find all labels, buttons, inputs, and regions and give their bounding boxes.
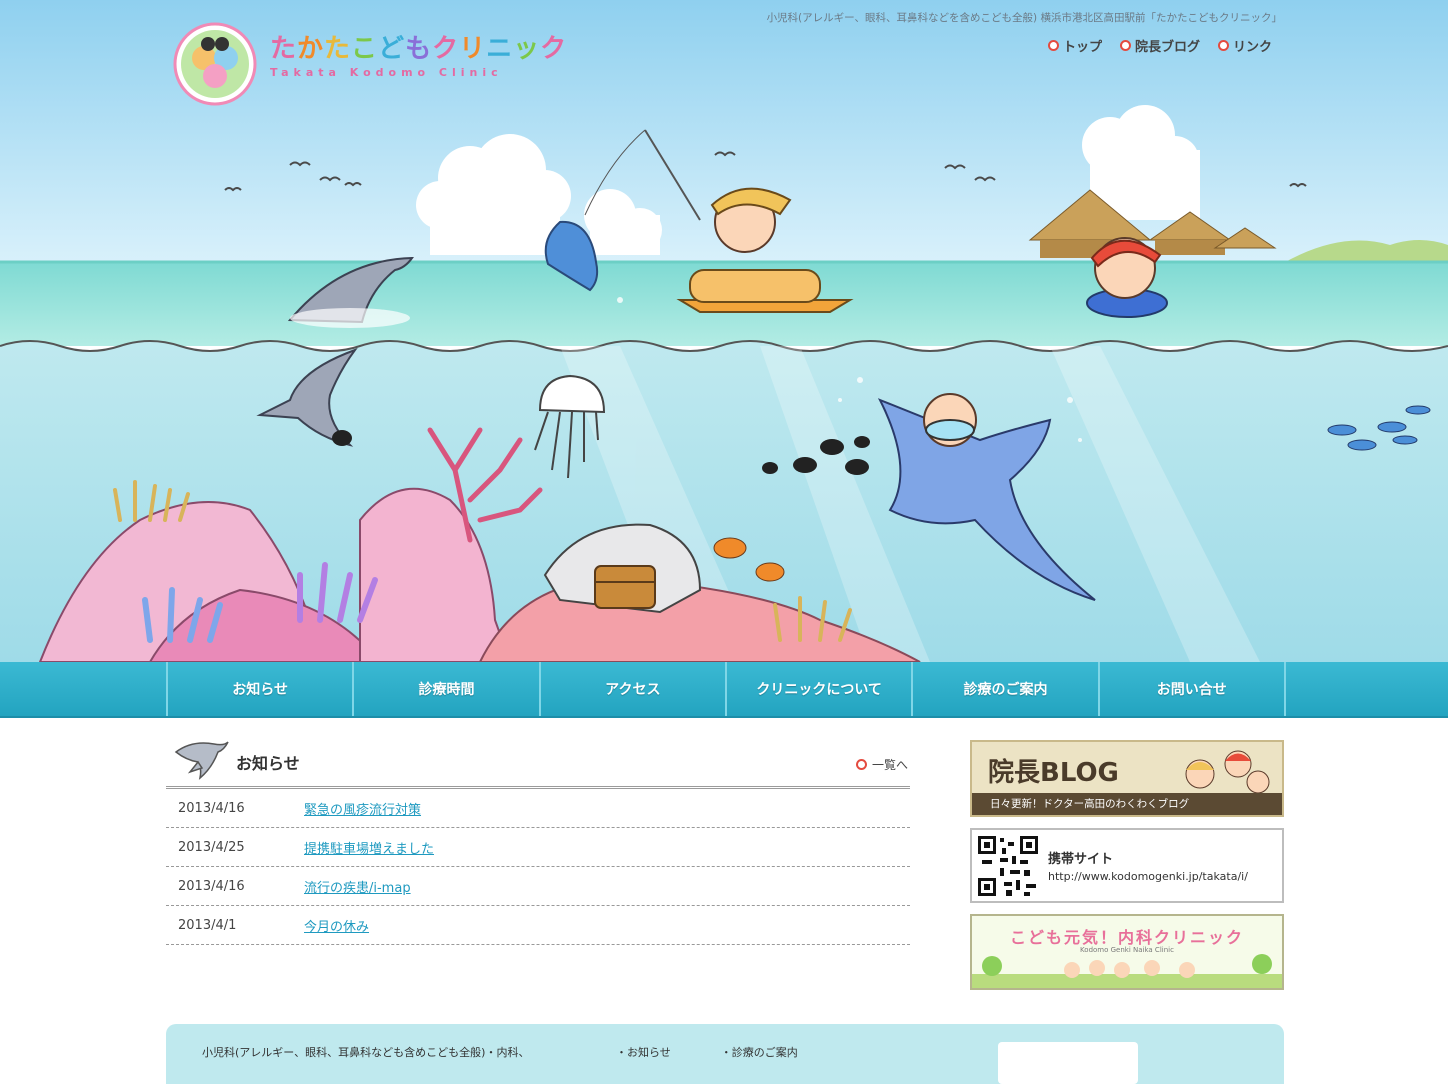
kids-faces-icon: [1185, 750, 1270, 794]
news-item: 2013/4/1 今月の休み: [166, 906, 910, 945]
global-nav: お知らせ 診療時間 アクセス クリニックについて 診療のご案内 お問い合せ: [0, 662, 1448, 718]
news-item: 2013/4/16 流行の疾患/i-map: [166, 867, 910, 906]
news-section: お知らせ 一覧へ 2013/4/16 緊急の風疹流行対策 2013/4/25 提…: [166, 738, 910, 945]
footer-link-services[interactable]: 診療のご案内: [721, 1044, 798, 1060]
blog-banner-title: 院長BLOG: [988, 758, 1119, 788]
genki-banner-title: こども元気！内科クリニック: [1009, 928, 1244, 947]
gnav-services[interactable]: 診療のご案内: [913, 662, 1100, 716]
kodomo-genki-banner[interactable]: こども元気！内科クリニック Kodomo Genki Naika Clinic: [970, 914, 1284, 990]
gnav-news[interactable]: お知らせ: [168, 662, 355, 716]
header-nav-link[interactable]: リンク: [1217, 36, 1272, 55]
director-blog-banner[interactable]: 院長BLOG 日々更新！ドクター高田のわくわくブログ: [970, 740, 1284, 817]
news-title-link[interactable]: 緊急の風疹流行対策: [304, 799, 421, 818]
header-nav-label: 院長ブログ: [1134, 40, 1200, 55]
news-more-link[interactable]: 一覧へ: [855, 756, 908, 773]
bullet-icon: [1119, 40, 1131, 51]
header-nav-label: リンク: [1232, 40, 1272, 55]
news-title-link[interactable]: 提携駐車場増えました: [304, 838, 434, 857]
dolphin-icon: [174, 741, 229, 780]
news-item: 2013/4/16 緊急の風疹流行対策: [166, 789, 910, 828]
bullet-icon: [1217, 40, 1229, 51]
footer-links: お知らせ 診療のご案内: [616, 1044, 798, 1060]
mobile-site-url: http://www.kodomogenki.jp/takata/i/: [1048, 870, 1248, 883]
blog-banner-subtitle: 日々更新！ドクター高田のわくわくブログ: [972, 793, 1282, 815]
clinic-logo-subtitle: Takata Kodomo Clinic: [270, 66, 503, 79]
news-more-label: 一覧へ: [871, 758, 908, 772]
footer: 小児科(アレルギー、眼科、耳鼻科なども含めこども全般)・内科、 お知らせ 診療の…: [166, 1024, 1284, 1084]
footer-description: 小児科(アレルギー、眼科、耳鼻科なども含めこども全般)・内科、: [202, 1046, 530, 1059]
mobile-site-box[interactable]: 携帯サイト http://www.kodomogenki.jp/takata/i…: [970, 828, 1284, 903]
header-nav-label: トップ: [1062, 40, 1102, 55]
clinic-logo-text[interactable]: たかたこどもクリニック: [270, 28, 567, 65]
gnav-access[interactable]: アクセス: [541, 662, 727, 716]
news-date: 2013/4/16: [178, 878, 245, 894]
header-nav: トップ 院長ブログ リンク: [1047, 36, 1272, 55]
news-title-link[interactable]: 今月の休み: [304, 916, 369, 935]
bullet-icon: [1047, 40, 1059, 51]
news-date: 2013/4/1: [178, 917, 237, 933]
news-header: お知らせ 一覧へ: [166, 738, 910, 789]
gnav-about[interactable]: クリニックについて: [727, 662, 914, 716]
clinic-logo-emblem[interactable]: [168, 14, 262, 108]
news-title-link[interactable]: 流行の疾患/i-map: [304, 877, 411, 896]
header-nav-blog[interactable]: 院長ブログ: [1119, 36, 1200, 55]
hero-illustration: たかたこどもクリニック Takata Kodomo Clinic 小児科(アレル…: [0, 0, 1448, 662]
news-date: 2013/4/25: [178, 839, 245, 855]
news-date: 2013/4/16: [178, 800, 245, 816]
mobile-site-title: 携帯サイト: [1048, 852, 1114, 867]
genki-banner-illustration: [972, 954, 1282, 988]
gnav-contact[interactable]: お問い合せ: [1100, 662, 1286, 716]
bullet-icon: [855, 759, 867, 770]
news-heading: お知らせ: [236, 754, 300, 773]
footer-link-news[interactable]: お知らせ: [616, 1044, 671, 1060]
qr-code-icon: [976, 834, 1040, 898]
news-item: 2013/4/25 提携駐車場増えました: [166, 828, 910, 867]
header-description: 小児科(アレルギー、眼科、耳鼻科などを含めこども全般) 横浜市港北区高田駅前「た…: [766, 12, 1282, 24]
header-nav-top[interactable]: トップ: [1047, 36, 1102, 55]
footer-logo[interactable]: [998, 1042, 1138, 1084]
gnav-hours[interactable]: 診療時間: [354, 662, 541, 716]
